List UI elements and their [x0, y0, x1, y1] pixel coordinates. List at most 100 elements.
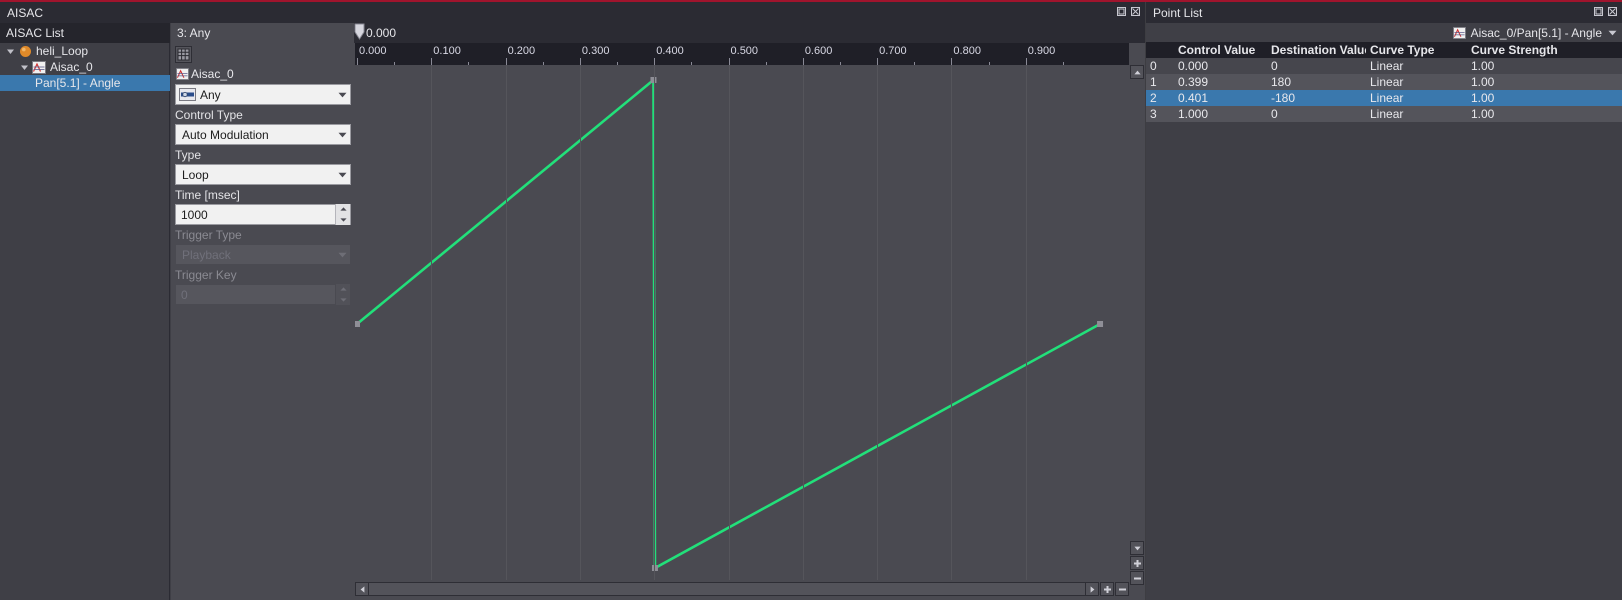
close-icon[interactable]: [1607, 6, 1618, 17]
vscroll-down-button[interactable]: [1130, 541, 1144, 555]
control-combo[interactable]: Any: [175, 84, 351, 105]
ruler-tick-label: 0.900: [1027, 45, 1056, 57]
trigger-key-spin-buttons: [335, 284, 350, 305]
curve-point-handle[interactable]: [355, 321, 360, 327]
cell-destination-value[interactable]: -180: [1267, 91, 1366, 105]
ruler-tick-major: [357, 58, 358, 65]
spin-up-icon[interactable]: [336, 204, 350, 215]
cell-curve-type[interactable]: Linear: [1366, 75, 1467, 89]
ruler-tick-major: [728, 58, 730, 65]
ruler-tick-major: [431, 58, 433, 65]
cell-destination-value[interactable]: 180: [1267, 75, 1366, 89]
properties-header-label: 3: Any: [177, 26, 211, 40]
plot-gridline: [579, 65, 581, 580]
chevron-down-icon[interactable]: [18, 59, 31, 75]
hzoom-in-button[interactable]: [1100, 582, 1114, 596]
graph-plot[interactable]: [355, 65, 1129, 580]
cell-curve-strength[interactable]: 1.00: [1467, 107, 1622, 121]
point-list-titlebar: Point List: [1146, 2, 1622, 23]
cell-index[interactable]: 1: [1146, 75, 1174, 89]
point-list-window: Point List Aisac_0/Pan[5.1] - Angle Cont…: [1146, 2, 1622, 600]
trigger-type-value: Playback: [182, 247, 231, 262]
tree-item-label: heli_Loop: [36, 44, 89, 58]
point-list-selector[interactable]: Aisac_0/Pan[5.1] - Angle: [1146, 23, 1622, 42]
cell-destination-value[interactable]: 0: [1267, 59, 1366, 73]
cell-index[interactable]: 2: [1146, 91, 1174, 105]
point-list-window-buttons: [1593, 6, 1618, 17]
tree-item-aisac-0[interactable]: Aisac_0: [0, 59, 170, 75]
table-row[interactable]: 1 0.399 180 Linear 1.00: [1146, 74, 1622, 90]
control-type-value: Auto Modulation: [182, 127, 269, 142]
tree-item-pan-angle[interactable]: Pan[5.1] - Angle: [0, 75, 170, 91]
col-control[interactable]: Control Value: [1174, 43, 1267, 57]
graph-ruler[interactable]: 0.000 0.100 0.200 0.300 0.400 0.500 0.600 0.700…: [355, 43, 1129, 65]
vzoom-out-button[interactable]: [1130, 571, 1144, 585]
col-curve-strength[interactable]: Curve Strength: [1467, 43, 1622, 57]
vzoom-in-button[interactable]: [1130, 556, 1144, 570]
chevron-down-icon[interactable]: [334, 124, 350, 145]
float-icon[interactable]: [1593, 6, 1604, 17]
chevron-down-icon[interactable]: [334, 164, 350, 185]
spin-down-icon[interactable]: [336, 215, 350, 226]
trigger-key-stepper: 0: [175, 284, 351, 305]
aisac-curve[interactable]: [355, 65, 1129, 580]
table-icon[interactable]: [175, 45, 192, 63]
col-destination[interactable]: Destination Value: [1267, 43, 1366, 57]
vscroll-up-button[interactable]: [1130, 65, 1144, 79]
cell-curve-strength[interactable]: 1.00: [1467, 91, 1622, 105]
playhead-icon[interactable]: [354, 23, 365, 40]
col-curve-type[interactable]: Curve Type: [1366, 43, 1467, 57]
aisac-graph-icon: [175, 67, 189, 81]
type-combo[interactable]: Loop: [175, 164, 351, 185]
cell-curve-strength[interactable]: 1.00: [1467, 75, 1622, 89]
ruler-tick-label: 0.200: [507, 45, 536, 57]
properties-toolbar: [171, 43, 354, 65]
cell-control-value[interactable]: 1.000: [1174, 107, 1267, 121]
hscroll-left-button[interactable]: [355, 582, 369, 596]
table-row[interactable]: 3 1.000 0 Linear 1.00: [1146, 106, 1622, 122]
ruler-tick-major: [877, 58, 879, 65]
float-icon[interactable]: [1116, 6, 1127, 17]
plot-gridline: [654, 65, 656, 580]
cell-destination-value[interactable]: 0: [1267, 107, 1366, 121]
hzoom-out-button[interactable]: [1115, 582, 1129, 596]
table-row[interactable]: 2 0.401 -180 Linear 1.00: [1146, 90, 1622, 106]
ruler-tick-label: 0.600: [804, 45, 833, 57]
close-icon[interactable]: [1130, 6, 1141, 17]
cell-curve-type[interactable]: Linear: [1366, 91, 1467, 105]
aisac-properties-pane: 3: Any Aisac_0 Any Control Type Auto Mod…: [171, 23, 354, 600]
cell-index[interactable]: 3: [1146, 107, 1174, 121]
cell-control-value[interactable]: 0.399: [1174, 75, 1267, 89]
cell-control-value[interactable]: 0.401: [1174, 91, 1267, 105]
table-row[interactable]: 0 0.000 0 Linear 1.00: [1146, 58, 1622, 74]
chevron-down-icon[interactable]: [4, 43, 17, 59]
time-msec-stepper[interactable]: 1000: [175, 204, 351, 225]
ruler-tick-major: [654, 58, 656, 65]
curve-point-handle[interactable]: [1097, 321, 1104, 327]
hscroll-right-button[interactable]: [1085, 582, 1099, 596]
chevron-down-icon[interactable]: [334, 84, 350, 105]
ruler-tick-label: 0.400: [656, 45, 684, 57]
cell-index[interactable]: 0: [1146, 59, 1174, 73]
ruler-tick-major: [1025, 58, 1027, 65]
graph-timebar[interactable]: 0.000: [354, 23, 1145, 43]
cell-control-value[interactable]: 0.000: [1174, 59, 1267, 73]
hscroll-track[interactable]: [369, 582, 1085, 596]
type-value: Loop: [182, 167, 209, 182]
time-msec-value[interactable]: 1000: [181, 208, 335, 222]
control-type-combo[interactable]: Auto Modulation: [175, 124, 351, 145]
tree-item-heli-loop[interactable]: heli_Loop: [0, 43, 170, 59]
time-msec-spin-buttons[interactable]: [335, 204, 350, 225]
hscroll-thumb[interactable]: [369, 583, 1085, 595]
point-list-rows: 0 0.000 0 Linear 1.00 1 0.399 180 Linear 1.00 2 0.4…: [1146, 58, 1622, 122]
cell-curve-type[interactable]: Linear: [1366, 59, 1467, 73]
plot-gridline: [431, 65, 433, 580]
control-icon: [178, 87, 196, 102]
graph-vertical-scrollbar[interactable]: [1130, 65, 1144, 585]
chevron-down-icon[interactable]: [1606, 30, 1618, 36]
cell-curve-strength[interactable]: 1.00: [1467, 59, 1622, 73]
cell-curve-type[interactable]: Linear: [1366, 107, 1467, 121]
trigger-type-combo: Playback: [175, 244, 351, 265]
graph-horizontal-scrollbar[interactable]: [355, 581, 1129, 597]
plot-gridline: [505, 65, 507, 580]
